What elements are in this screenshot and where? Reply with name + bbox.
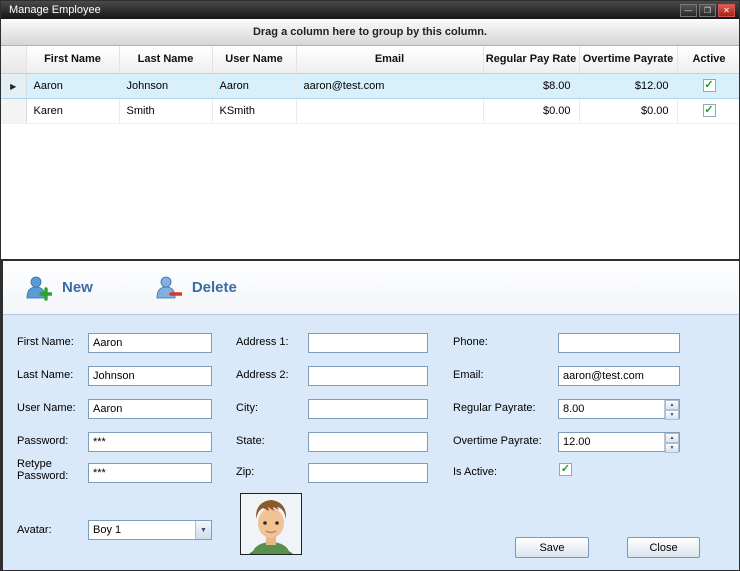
cell-email[interactable]: aaron@test.com (296, 73, 483, 98)
cell-regular-pay-rate[interactable]: $8.00 (483, 73, 579, 98)
toolbar: New Delete (3, 261, 739, 315)
state-label: State: (236, 435, 306, 447)
detail-panel: New Delete First Name: Last Name: User N… (1, 259, 740, 571)
new-button-label: New (62, 279, 93, 296)
col-header-last-name[interactable]: Last Name (119, 46, 212, 73)
avatar-select[interactable]: Boy 1 ▼ (88, 520, 212, 540)
user-name-field[interactable] (88, 399, 212, 419)
phone-label: Phone: (453, 336, 553, 348)
spin-up-icon[interactable]: ▲ (665, 433, 679, 443)
overtime-payrate-label: Overtime Payrate: (453, 435, 553, 447)
cell-user-name[interactable]: Aaron (212, 73, 296, 98)
close-form-button[interactable]: Close (627, 537, 700, 558)
active-checkbox[interactable]: ✓ (703, 104, 716, 117)
retype-password-field[interactable] (88, 463, 212, 483)
first-name-field[interactable] (88, 333, 212, 353)
city-label: City: (236, 402, 306, 414)
overtime-payrate-stepper: ▲ ▼ (558, 432, 680, 452)
chevron-down-icon[interactable]: ▼ (195, 521, 211, 539)
window-title: Manage Employee (1, 4, 680, 16)
minimize-button[interactable]: — (680, 4, 697, 17)
zip-label: Zip: (236, 466, 306, 478)
email-label: Email: (453, 369, 553, 381)
check-icon: ✓ (561, 463, 570, 475)
address2-label: Address 2: (236, 369, 306, 381)
email-field[interactable] (558, 366, 680, 386)
city-field[interactable] (308, 399, 428, 419)
col-header-email[interactable]: Email (296, 46, 483, 73)
new-person-icon (25, 274, 52, 301)
row-indicator-header (1, 46, 26, 73)
selected-row-arrow-icon: ▶ (10, 82, 16, 91)
title-bar: Manage Employee — ❐ ✕ (1, 1, 739, 19)
active-checkbox[interactable]: ✓ (703, 79, 716, 92)
is-active-checkbox[interactable]: ✓ (559, 463, 572, 476)
state-field[interactable] (308, 432, 428, 452)
spin-up-icon[interactable]: ▲ (665, 400, 679, 410)
user-name-label: User Name: (17, 402, 87, 414)
spin-down-icon[interactable]: ▼ (665, 443, 679, 453)
is-active-label: Is Active: (453, 466, 553, 478)
delete-button-label: Delete (192, 279, 237, 296)
save-button[interactable]: Save (515, 537, 589, 558)
col-header-regular-pay-rate[interactable]: Regular Pay Rate (483, 46, 579, 73)
cell-regular-pay-rate[interactable]: $0.00 (483, 98, 579, 123)
avatar-image (240, 493, 302, 555)
check-icon: ✓ (704, 104, 713, 116)
regular-payrate-label: Regular Payrate: (453, 402, 553, 414)
retype-password-label: Retype Password: (17, 458, 69, 482)
col-header-first-name[interactable]: First Name (26, 46, 119, 73)
employee-form: First Name: Last Name: User Name: Passwo… (3, 315, 739, 568)
delete-button[interactable]: Delete (155, 274, 237, 301)
cell-email[interactable] (296, 98, 483, 123)
cell-last-name[interactable]: Johnson (119, 73, 212, 98)
last-name-field[interactable] (88, 366, 212, 386)
cell-user-name[interactable]: KSmith (212, 98, 296, 123)
regular-payrate-stepper: ▲ ▼ (558, 399, 680, 419)
employee-grid-area: First Name Last Name User Name Email Reg… (1, 46, 739, 259)
cell-first-name[interactable]: Karen (26, 98, 119, 123)
check-icon: ✓ (704, 79, 713, 91)
address1-label: Address 1: (236, 336, 306, 348)
avatar-label: Avatar: (17, 524, 87, 536)
employee-grid: First Name Last Name User Name Email Reg… (1, 46, 740, 124)
delete-person-icon (155, 274, 182, 301)
group-by-bar[interactable]: Drag a column here to group by this colu… (1, 19, 739, 46)
grid-header-row: First Name Last Name User Name Email Reg… (1, 46, 740, 73)
new-button[interactable]: New (25, 274, 93, 301)
zip-field[interactable] (308, 463, 428, 483)
cell-last-name[interactable]: Smith (119, 98, 212, 123)
window-controls: — ❐ ✕ (680, 4, 739, 17)
cell-overtime-payrate[interactable]: $0.00 (579, 98, 677, 123)
password-label: Password: (17, 435, 87, 447)
cell-overtime-payrate[interactable]: $12.00 (579, 73, 677, 98)
address1-field[interactable] (308, 333, 428, 353)
address2-field[interactable] (308, 366, 428, 386)
last-name-label: Last Name: (17, 369, 87, 381)
phone-field[interactable] (558, 333, 680, 353)
overtime-payrate-field[interactable] (559, 433, 664, 451)
password-field[interactable] (88, 432, 212, 452)
first-name-label: First Name: (17, 336, 87, 348)
spin-down-icon[interactable]: ▼ (665, 410, 679, 420)
close-button[interactable]: ✕ (718, 4, 735, 17)
table-row[interactable]: Karen Smith KSmith $0.00 $0.00 ✓ (1, 98, 740, 123)
regular-payrate-field[interactable] (559, 400, 664, 418)
col-header-user-name[interactable]: User Name (212, 46, 296, 73)
col-header-overtime-payrate[interactable]: Overtime Payrate (579, 46, 677, 73)
maximize-button[interactable]: ❐ (699, 4, 716, 17)
manage-employee-window: Manage Employee — ❐ ✕ Drag a column here… (0, 0, 740, 571)
avatar-selected-value: Boy 1 (89, 524, 195, 536)
cell-first-name[interactable]: Aaron (26, 73, 119, 98)
col-header-active[interactable]: Active (677, 46, 740, 73)
table-row[interactable]: ▶ Aaron Johnson Aaron aaron@test.com $8.… (1, 73, 740, 98)
